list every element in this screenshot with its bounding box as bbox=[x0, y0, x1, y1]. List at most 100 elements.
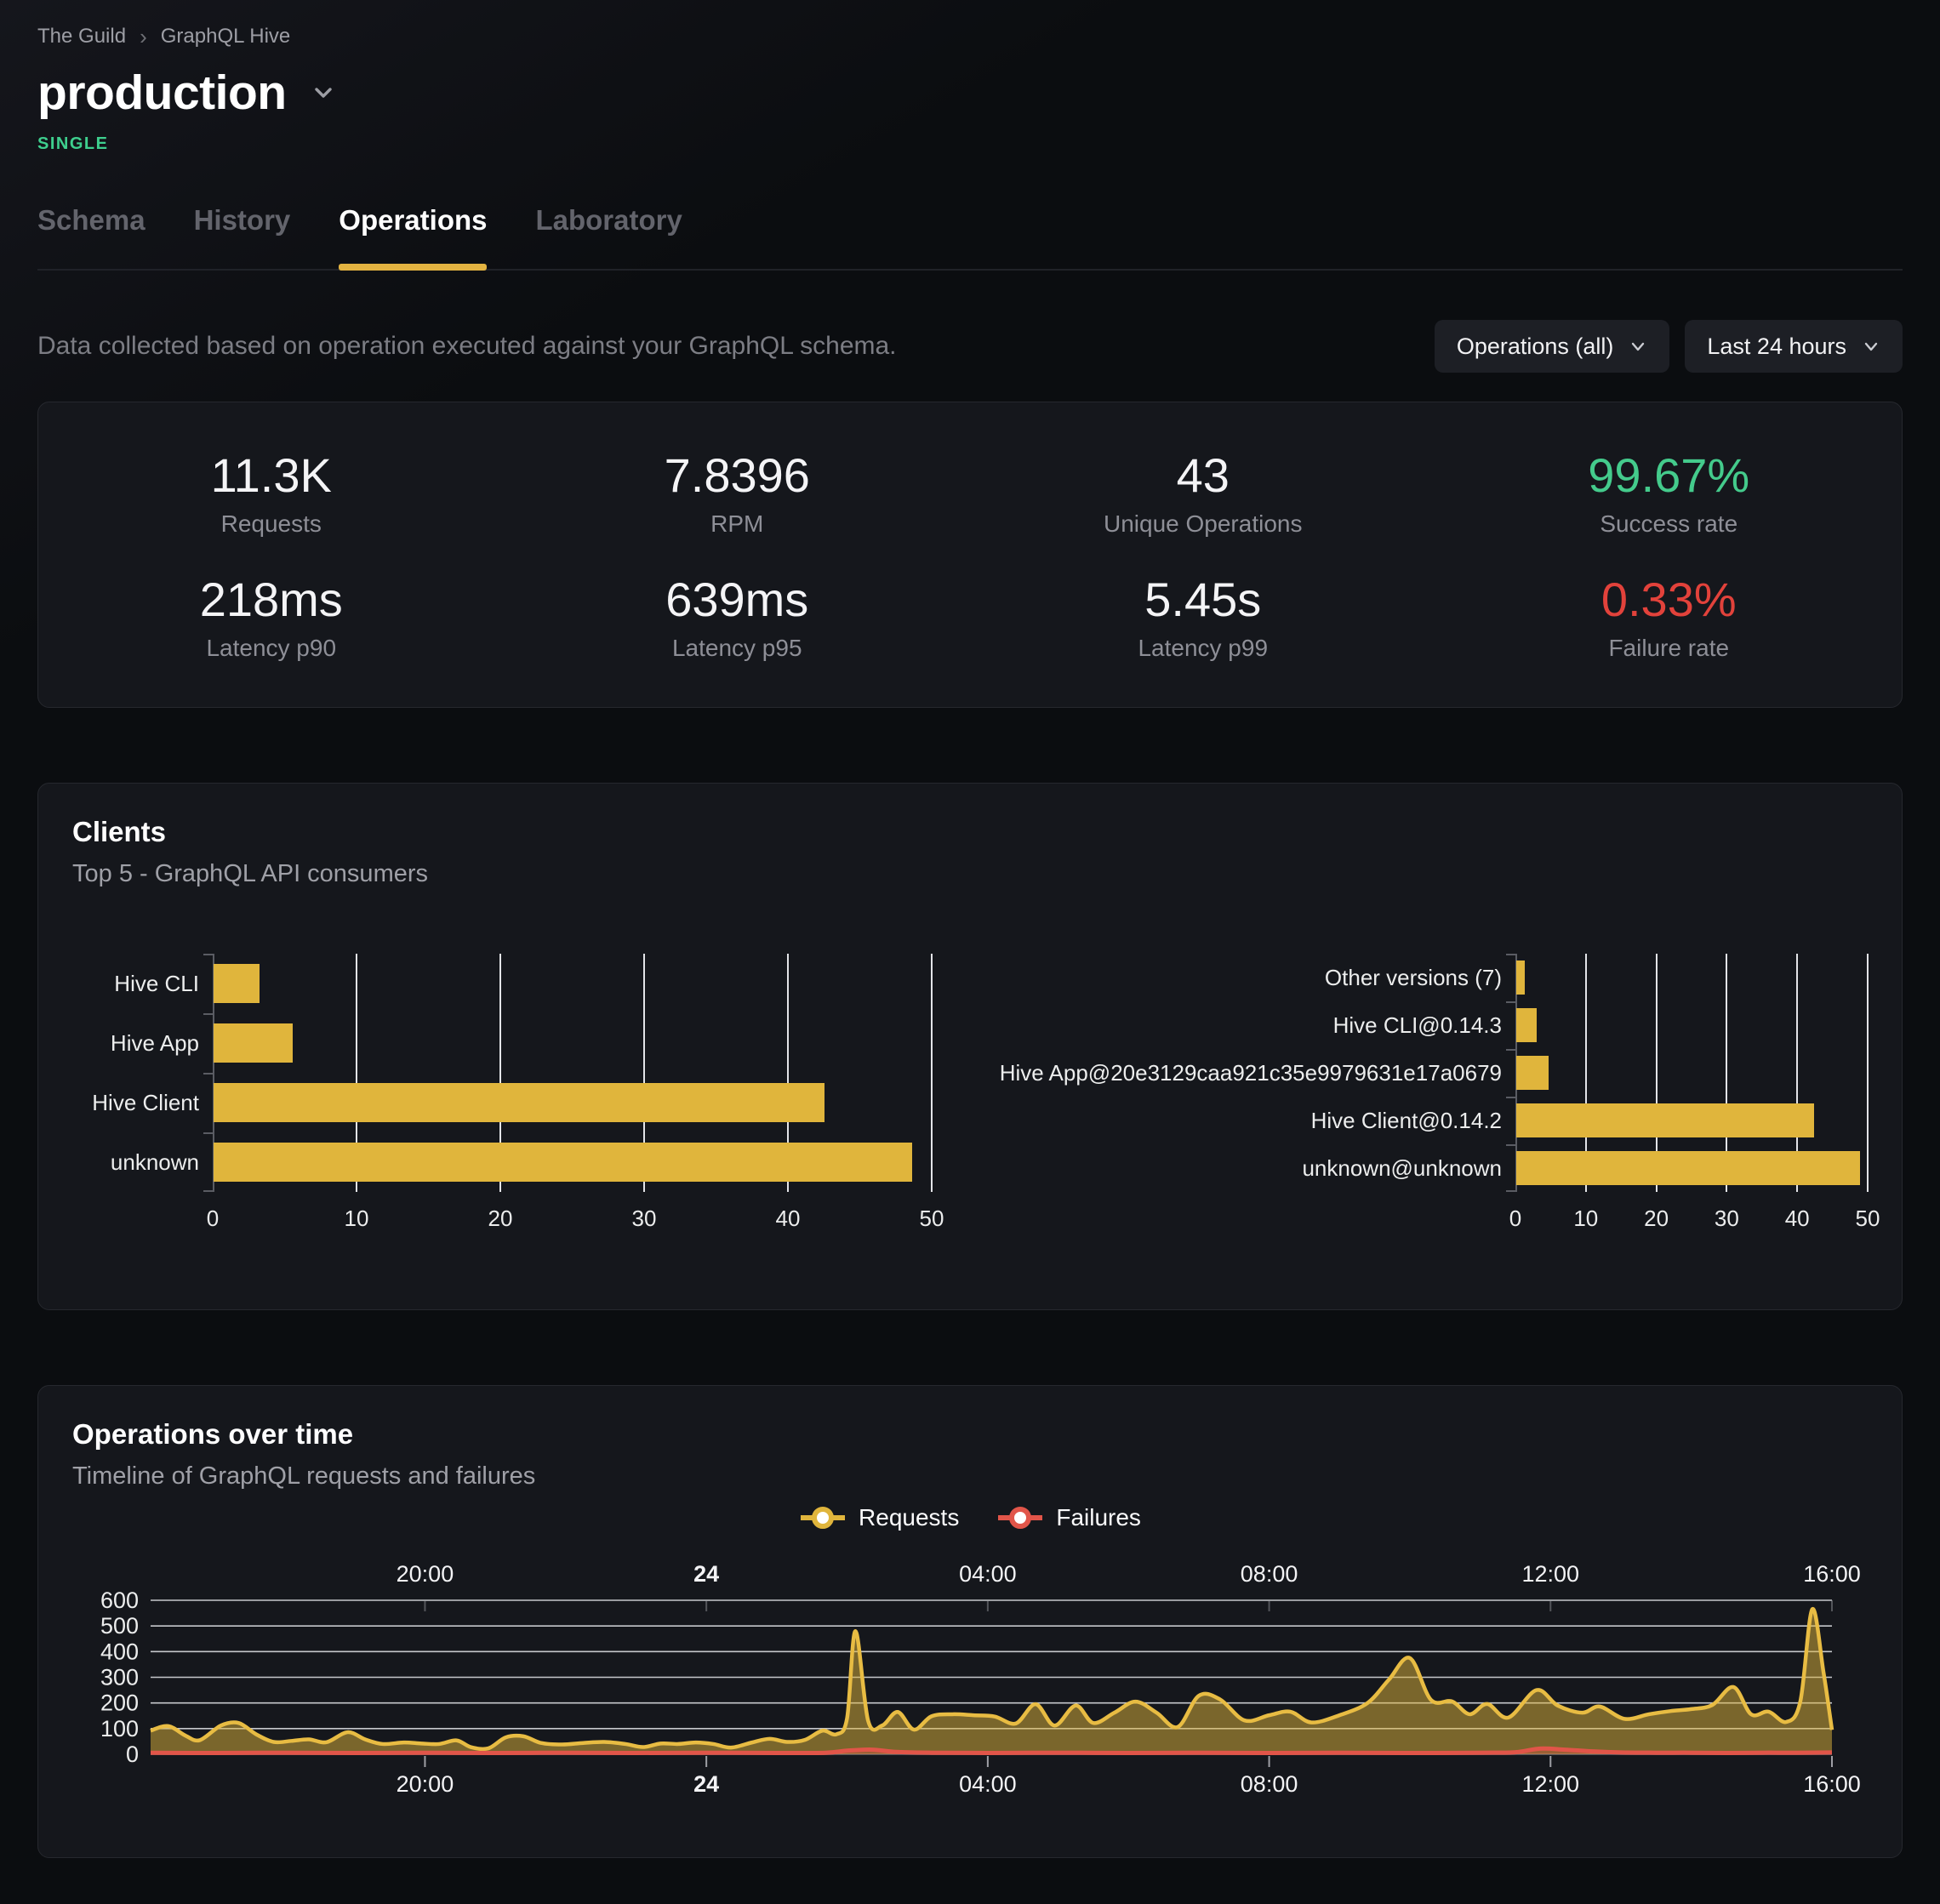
clients-top5-by-name: Hive CLIHive AppHive Clientunknown bbox=[72, 954, 932, 1192]
y-axis-tick-label: 300 bbox=[100, 1665, 139, 1690]
tab-laboratory[interactable]: Laboratory bbox=[535, 204, 682, 269]
gridline bbox=[1867, 954, 1869, 1192]
x-axis-tick-label: 0 bbox=[207, 1206, 219, 1232]
breadcrumb-org-link[interactable]: The Guild bbox=[37, 24, 126, 49]
bar-other-versions-7- bbox=[1516, 961, 1525, 995]
x-axis-tick-label: 20 bbox=[1644, 1206, 1669, 1232]
tab-bar: Schema History Operations Laboratory bbox=[37, 204, 1903, 271]
period-filter-dropdown[interactable]: Last 24 hours bbox=[1685, 320, 1903, 373]
x-axis-tick-label: 40 bbox=[1785, 1206, 1810, 1232]
x-axis-top-label: 16:00 bbox=[1803, 1561, 1861, 1587]
bar-hive-app bbox=[214, 1023, 293, 1063]
timeline-legend: Requests Failures bbox=[72, 1503, 1868, 1532]
x-axis-top-label: 20:00 bbox=[397, 1561, 454, 1587]
tab-history[interactable]: History bbox=[194, 204, 291, 269]
axis-tick bbox=[1506, 1049, 1515, 1051]
bar-category-label: Hive Client bbox=[72, 1073, 213, 1132]
stat-value: 7.8396 bbox=[505, 448, 971, 503]
bar-category-label: Other versions (7) bbox=[988, 954, 1515, 1001]
x-axis-tick-label: 30 bbox=[1715, 1206, 1739, 1232]
stat-label: RPM bbox=[505, 511, 971, 537]
legend-requests[interactable]: Requests bbox=[799, 1504, 959, 1531]
bar-unknown bbox=[214, 1143, 912, 1182]
legend-failures[interactable]: Failures bbox=[996, 1504, 1141, 1531]
axis-tick bbox=[203, 1013, 213, 1015]
operations-dashboard: The Guild › GraphQL Hive production SING… bbox=[0, 0, 1940, 1904]
bar-category-label: Hive Client@0.14.2 bbox=[988, 1097, 1515, 1144]
breadcrumb-project-link[interactable]: GraphQL Hive bbox=[161, 24, 291, 49]
axis-tick bbox=[1506, 1144, 1515, 1146]
tab-operations[interactable]: Operations bbox=[339, 204, 487, 269]
bar-plot-area bbox=[213, 954, 932, 1192]
x-axis-tick-label: 10 bbox=[1573, 1206, 1598, 1232]
axis-tick bbox=[203, 954, 213, 955]
stat-value: 218ms bbox=[38, 573, 505, 627]
bar-hive-cli bbox=[214, 964, 260, 1003]
target-selector-chevron-icon[interactable] bbox=[309, 78, 338, 107]
stat-label: Latency p95 bbox=[505, 636, 971, 661]
y-axis-tick-label: 600 bbox=[100, 1588, 139, 1613]
operations-over-time-card: Operations over time Timeline of GraphQL… bbox=[37, 1385, 1903, 1858]
target-type-badge: SINGLE bbox=[37, 133, 1903, 155]
x-axis-labels: 01020304050 bbox=[1515, 1192, 1868, 1231]
stat-tile: 7.8396 RPM bbox=[505, 448, 971, 537]
stat-label: Failure rate bbox=[1436, 636, 1903, 661]
x-axis-bottom-label: 20:00 bbox=[397, 1771, 454, 1797]
stat-tile: 11.3K Requests bbox=[38, 448, 505, 537]
bar-hive-cli-0-14-3 bbox=[1516, 1008, 1537, 1042]
gridline bbox=[931, 954, 933, 1192]
page-header: The Guild › GraphQL Hive production SING… bbox=[0, 0, 1940, 155]
clients-by-version-chart: Other versions (7)Hive CLI@0.14.3Hive Ap… bbox=[988, 954, 1868, 1231]
bar-unknown-unknown bbox=[1516, 1151, 1860, 1185]
bar-hive-client-0-14-2 bbox=[1516, 1103, 1814, 1137]
x-axis-bottom-label: 12:00 bbox=[1521, 1771, 1579, 1797]
stat-value: 11.3K bbox=[38, 448, 505, 503]
chevron-down-icon bbox=[1629, 337, 1647, 356]
legend-label: Failures bbox=[1056, 1504, 1141, 1531]
legend-marker-icon bbox=[996, 1506, 1044, 1530]
bar-hive-client bbox=[214, 1083, 824, 1122]
stat-tile: 639msLatency p95 bbox=[505, 573, 971, 661]
series-area-requests bbox=[151, 1609, 1832, 1754]
stat-label: Requests bbox=[38, 511, 505, 537]
bar-category-label: unknown bbox=[72, 1132, 213, 1192]
breadcrumb-separator-icon: › bbox=[140, 26, 147, 48]
legend-marker-icon bbox=[799, 1506, 847, 1530]
stat-label: Latency p90 bbox=[38, 636, 505, 661]
y-axis-tick-label: 0 bbox=[126, 1742, 139, 1767]
operations-filter-value: Operations (all) bbox=[1457, 333, 1614, 360]
axis-tick bbox=[1506, 1190, 1515, 1192]
stat-label: Latency p99 bbox=[970, 636, 1436, 661]
timeline-subtitle: Timeline of GraphQL requests and failure… bbox=[72, 1461, 1868, 1491]
clients-subtitle: Top 5 - GraphQL API consumers bbox=[72, 858, 1868, 889]
page-title: production bbox=[37, 63, 287, 123]
axis-tick bbox=[1506, 954, 1515, 955]
x-axis-top-label: 12:00 bbox=[1521, 1561, 1579, 1587]
stat-label: Unique Operations bbox=[970, 511, 1436, 537]
bar-hive-app-20e3129caa921c35e9979631e17a0679 bbox=[1516, 1056, 1549, 1090]
stat-value: 43 bbox=[970, 448, 1436, 503]
stat-tile: 5.45s Latency p99 bbox=[970, 573, 1436, 661]
timeline-chart: 010020030040050060020:0020:00242404:0004… bbox=[84, 1553, 1868, 1822]
axis-tick bbox=[203, 1132, 213, 1134]
x-axis-top-label: 04:00 bbox=[959, 1561, 1017, 1587]
stat-value: 5.45s bbox=[970, 573, 1436, 627]
x-axis-tick-label: 40 bbox=[776, 1206, 801, 1232]
clients-title: Clients bbox=[72, 814, 1868, 850]
stat-value: 0.33% bbox=[1436, 573, 1903, 627]
stat-label: Success rate bbox=[1436, 511, 1903, 537]
bar-category-label: Hive App@20e3129caa921c35e9979631e17a067… bbox=[988, 1049, 1515, 1097]
bar-category-labels: Hive CLIHive AppHive Clientunknown bbox=[72, 954, 213, 1192]
bar-plot-area bbox=[1515, 954, 1868, 1192]
x-axis-tick-label: 20 bbox=[488, 1206, 513, 1232]
operations-filter-dropdown[interactable]: Operations (all) bbox=[1435, 320, 1670, 373]
tab-schema[interactable]: Schema bbox=[37, 204, 146, 269]
bar-category-labels: Other versions (7)Hive CLI@0.14.3Hive Ap… bbox=[988, 954, 1515, 1192]
axis-tick bbox=[1506, 1001, 1515, 1003]
bar-category-label: Hive App bbox=[72, 1013, 213, 1073]
stat-tile: 99.67%Success rate bbox=[1436, 448, 1903, 537]
clients-top5-by-version: Other versions (7)Hive CLI@0.14.3Hive Ap… bbox=[988, 954, 1868, 1192]
period-filter-value: Last 24 hours bbox=[1707, 333, 1846, 360]
timeline-title: Operations over time bbox=[72, 1417, 1868, 1452]
axis-tick bbox=[1506, 1097, 1515, 1098]
